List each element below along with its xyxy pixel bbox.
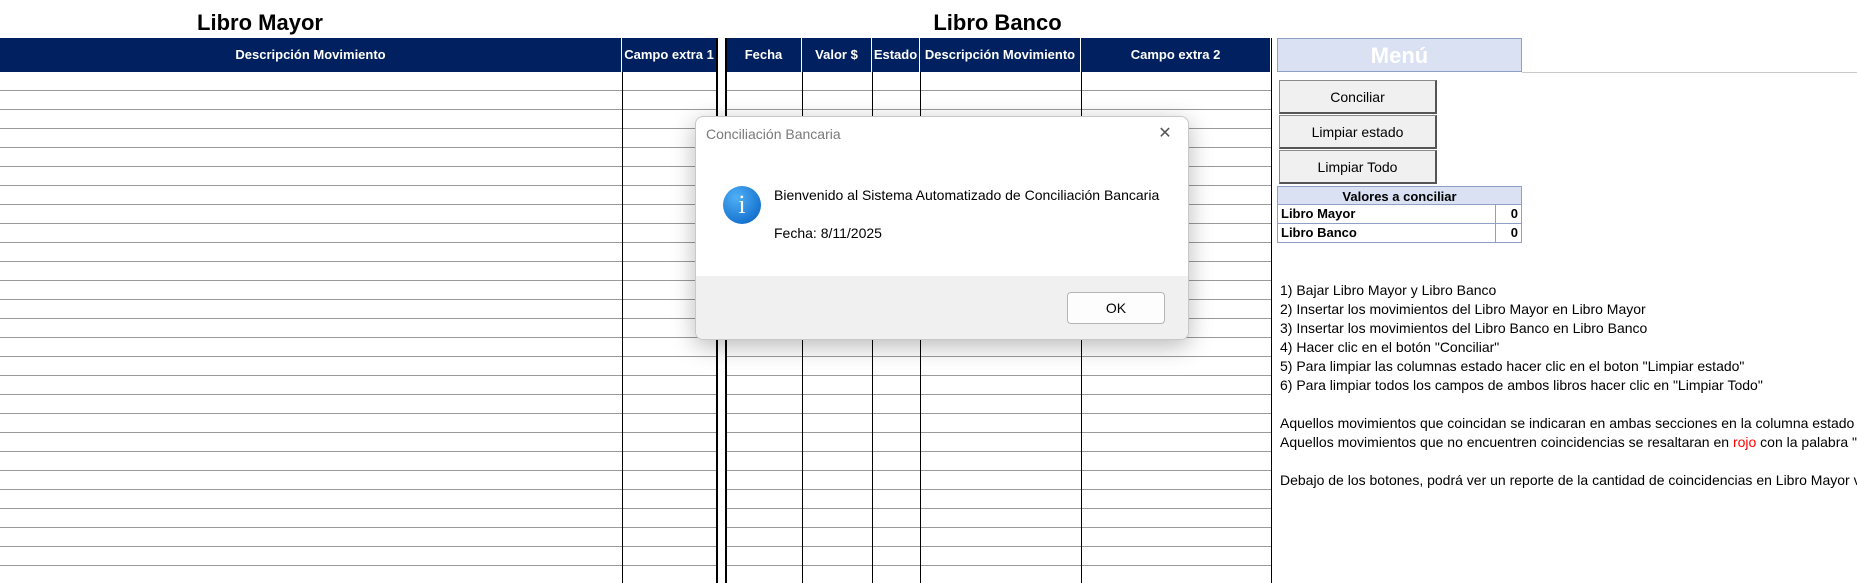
instruction-note: Aquellos movimientos que no encuentren c… [1280, 434, 1857, 450]
conciliar-button[interactable]: Conciliar [1279, 80, 1437, 114]
valores-label: Libro Banco [1281, 225, 1357, 240]
valores-value[interactable]: 0 [1511, 225, 1518, 240]
header-campo-extra-2[interactable]: Campo extra 2 [1081, 38, 1271, 72]
valores-row-mayor: Libro Mayor 0 [1277, 205, 1522, 224]
note-red-word: rojo [1732, 434, 1757, 450]
close-icon[interactable]: ✕ [1154, 123, 1176, 145]
dialog-message: Bienvenido al Sistema Automatizado de Co… [774, 187, 1160, 203]
instruction-step: 3) Insertar los movimientos del Libro Ba… [1280, 320, 1648, 336]
info-icon: i [723, 186, 761, 224]
valores-divider [1495, 205, 1496, 223]
valores-value[interactable]: 0 [1511, 206, 1518, 221]
dialog-date: Fecha: 8/11/2025 [774, 225, 882, 241]
col-line [622, 72, 623, 583]
note-text: con la palabra "N [1756, 434, 1857, 450]
instruction-step: 5) Para limpiar las columnas estado hace… [1280, 358, 1745, 374]
message-dialog: Conciliación Bancaria ✕ i Bienvenido al … [695, 116, 1189, 340]
header-descripcion-mayor[interactable]: Descripción Movimiento [0, 38, 622, 72]
menu-title: Menú [1277, 38, 1522, 72]
valores-row-banco: Libro Banco 0 [1277, 224, 1522, 243]
limpiar-estado-button[interactable]: Limpiar estado [1279, 115, 1437, 149]
instruction-step: 6) Para limpiar todos los campos de ambo… [1280, 377, 1763, 393]
header-estado[interactable]: Estado [872, 38, 920, 72]
libro-banco-title: Libro Banco [933, 10, 1062, 35]
valores-divider [1495, 224, 1496, 242]
header-campo-extra-1[interactable]: Campo extra 1 [622, 38, 717, 72]
instruction-step: 1) Bajar Libro Mayor y Libro Banco [1280, 282, 1497, 298]
instruction-step: 2) Insertar los movimientos del Libro Ma… [1280, 301, 1646, 317]
ok-button[interactable]: OK [1067, 292, 1165, 324]
col-line [1271, 38, 1272, 583]
header-fecha[interactable]: Fecha [726, 38, 802, 72]
instruction-step: 4) Hacer clic en el botón "Conciliar" [1280, 339, 1500, 355]
libro-mayor-grid[interactable] [0, 72, 718, 583]
menu-rule [1522, 72, 1857, 73]
header-descripcion-banco[interactable]: Descripción Movimiento [920, 38, 1081, 72]
instruction-note: Aquellos movimientos que coincidan se in… [1280, 415, 1857, 431]
limpiar-todo-button[interactable]: Limpiar Todo [1279, 150, 1437, 184]
header-valor[interactable]: Valor $ [802, 38, 872, 72]
valores-title: Valores a conciliar [1277, 186, 1522, 205]
libro-mayor-title: Libro Mayor [197, 10, 323, 35]
valores-label: Libro Mayor [1281, 206, 1356, 221]
note-text: Aquellos movimientos que no encuentren c… [1280, 434, 1733, 450]
dialog-title: Conciliación Bancaria [706, 126, 841, 142]
instruction-note: Debajo de los botones, podrá ver un repo… [1280, 472, 1857, 488]
